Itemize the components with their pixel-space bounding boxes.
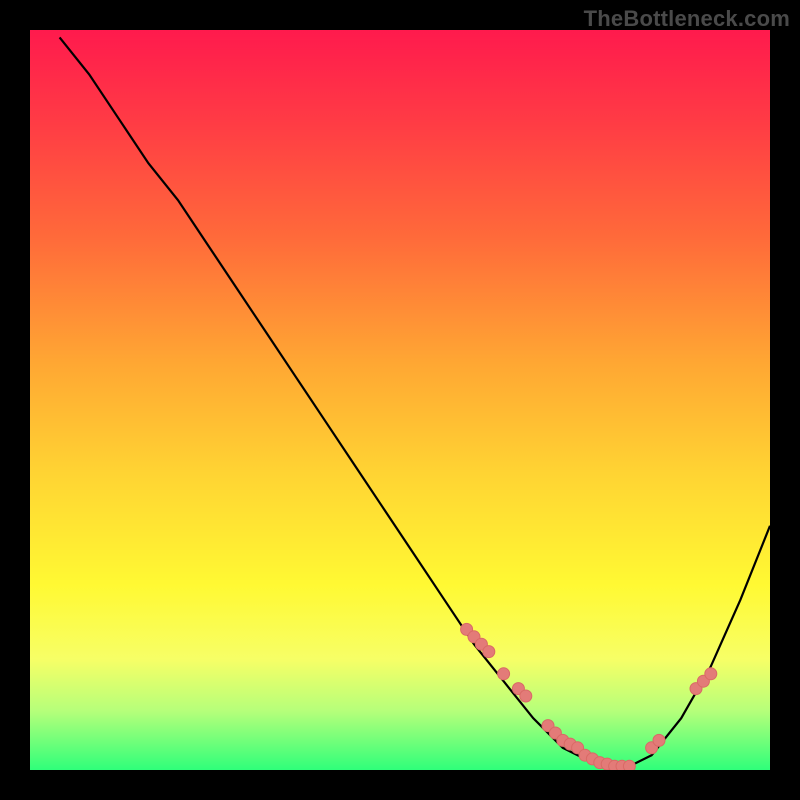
plot-area <box>30 30 770 770</box>
chart-container: TheBottleneck.com <box>0 0 800 800</box>
data-marker <box>520 690 532 702</box>
data-marker <box>498 668 510 680</box>
watermark-text: TheBottleneck.com <box>584 6 790 32</box>
data-markers <box>461 623 717 770</box>
data-marker <box>623 760 635 770</box>
data-marker <box>483 646 495 658</box>
data-marker <box>653 734 665 746</box>
chart-overlay <box>30 30 770 770</box>
bottleneck-curve <box>60 37 770 770</box>
data-marker <box>705 668 717 680</box>
